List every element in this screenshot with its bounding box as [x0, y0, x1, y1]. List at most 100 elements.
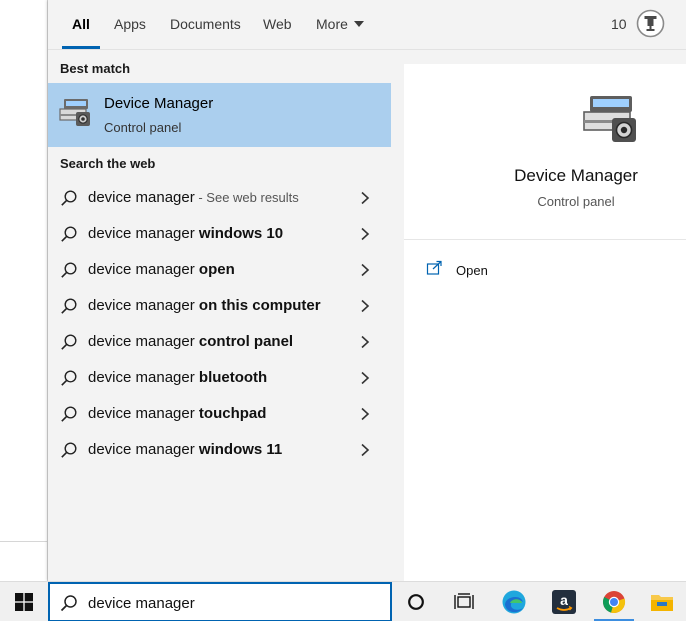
- search-icon: [61, 406, 77, 422]
- suggestion-completion: control panel: [198, 333, 294, 350]
- rewards-points[interactable]: 10: [611, 16, 627, 32]
- tab-more[interactable]: More: [316, 0, 364, 50]
- chrome-icon: [602, 591, 626, 614]
- chevron-right-icon: [361, 407, 370, 421]
- windows-start-icon: [15, 593, 33, 611]
- search-icon: [61, 370, 77, 386]
- suggestion-completion: windows 10: [198, 225, 284, 242]
- tab-apps[interactable]: Apps: [114, 0, 146, 50]
- preview-pane: Device Manager Control panel Open: [404, 64, 686, 581]
- suggestion-text: device manager windows 10: [88, 225, 283, 242]
- search-icon: [61, 334, 77, 350]
- tab-label: Web: [263, 16, 292, 32]
- best-match-title: Device Manager: [104, 95, 214, 112]
- amazon-icon: a: [552, 590, 576, 614]
- suggestion-base: device manager: [88, 189, 195, 206]
- chevron-right-icon: [361, 443, 370, 457]
- suggestion-base: device manager: [88, 441, 199, 458]
- tab-label: Documents: [170, 16, 241, 32]
- start-button[interactable]: [0, 582, 48, 621]
- preview-title: Device Manager: [514, 166, 638, 185]
- suggestion-text: device manager bluetooth: [88, 369, 267, 386]
- web-suggestion-item[interactable]: device manager on this computer: [48, 288, 391, 324]
- svg-text:a: a: [560, 592, 568, 608]
- suggestion-completion: on this computer: [198, 297, 321, 314]
- chevron-right-icon: [361, 263, 370, 277]
- chevron-right-icon: [361, 299, 370, 313]
- background-app-edge: [0, 0, 48, 581]
- search-icon: [61, 190, 77, 206]
- suggestion-completion: touchpad: [198, 405, 267, 422]
- suggestion-base: device manager: [88, 333, 199, 350]
- chevron-right-icon: [361, 191, 370, 205]
- suggestion-hint: - See web results: [194, 190, 299, 205]
- suggestion-completion: windows 11: [198, 441, 283, 458]
- tab-label: Apps: [114, 16, 146, 32]
- web-suggestion-item[interactable]: device manager control panel: [48, 324, 391, 360]
- file-explorer-icon: [651, 595, 673, 611]
- task-view-button[interactable]: [440, 582, 488, 621]
- suggestion-base: device manager: [88, 297, 199, 314]
- preview-header: Device Manager Control panel: [404, 64, 686, 240]
- best-match-heading: Best match: [60, 61, 131, 76]
- search-icon: [61, 262, 77, 278]
- divider: [0, 541, 48, 542]
- suggestion-base: device manager: [88, 261, 199, 278]
- search-icon: [61, 298, 77, 314]
- cortana-icon: [408, 594, 424, 610]
- web-suggestion-item[interactable]: device manager - See web results: [48, 180, 391, 216]
- suggestion-base: device manager: [88, 225, 199, 242]
- tab-all[interactable]: All: [62, 0, 100, 50]
- web-suggestion-item[interactable]: device manager windows 10: [48, 216, 391, 252]
- taskbar: a: [0, 581, 686, 621]
- caret-down-icon: [353, 21, 364, 27]
- web-suggestion-item[interactable]: device manager open: [48, 252, 391, 288]
- suggestion-base: device manager: [88, 369, 199, 386]
- suggestion-completion: bluetooth: [198, 369, 268, 386]
- open-label: Open: [456, 263, 488, 278]
- search-icon: [61, 226, 77, 242]
- results-list: Best match Device Manager Control panel …: [48, 51, 391, 581]
- best-match-item[interactable]: Device Manager Control panel: [48, 83, 391, 147]
- tab-label: All: [72, 16, 90, 32]
- chevron-right-icon: [361, 335, 370, 349]
- device-manager-icon: [583, 96, 636, 142]
- search-panel: All Apps Documents Web More 10 Best matc…: [48, 0, 686, 581]
- web-suggestion-item[interactable]: device manager touchpad: [48, 396, 391, 432]
- web-suggestion-item[interactable]: device manager windows 11: [48, 432, 391, 468]
- task-view-icon: [454, 593, 474, 609]
- tab-web[interactable]: Web: [263, 0, 292, 50]
- edge-icon: [502, 590, 526, 614]
- search-web-heading: Search the web: [60, 156, 156, 171]
- best-match-subtitle: Control panel: [104, 120, 182, 135]
- trophy-icon[interactable]: [636, 9, 665, 38]
- suggestion-text: device manager touchpad: [88, 405, 266, 422]
- open-window-icon: [426, 260, 442, 275]
- cortana-button[interactable]: [392, 582, 440, 621]
- desktop-screen: All Apps Documents Web More 10 Best matc…: [0, 0, 686, 621]
- amazon-button[interactable]: a: [540, 582, 588, 621]
- tab-label: More: [316, 16, 348, 32]
- suggestion-base: device manager: [88, 405, 199, 422]
- suggestion-text: device manager on this computer: [88, 297, 321, 314]
- suggestion-text: device manager windows 11: [88, 441, 282, 458]
- search-input[interactable]: [88, 591, 378, 615]
- open-action[interactable]: Open: [426, 258, 546, 282]
- edge-button[interactable]: [490, 582, 538, 621]
- file-explorer-button[interactable]: [638, 582, 686, 621]
- taskbar-search-box[interactable]: [48, 582, 392, 621]
- suggestion-text: device manager open: [88, 261, 235, 278]
- search-tabs: All Apps Documents Web More 10: [48, 0, 686, 50]
- suggestion-completion: open: [198, 261, 235, 278]
- search-icon: [60, 595, 77, 612]
- chrome-button[interactable]: [590, 582, 638, 621]
- chevron-right-icon: [361, 227, 370, 241]
- chevron-right-icon: [361, 371, 370, 385]
- suggestion-text: device manager - See web results: [88, 189, 299, 206]
- web-suggestion-item[interactable]: device manager bluetooth: [48, 360, 391, 396]
- tab-documents[interactable]: Documents: [170, 0, 241, 50]
- search-icon: [61, 442, 77, 458]
- device-manager-icon: [59, 99, 90, 126]
- suggestion-text: device manager control panel: [88, 333, 293, 350]
- preview-subtitle: Control panel: [537, 194, 615, 209]
